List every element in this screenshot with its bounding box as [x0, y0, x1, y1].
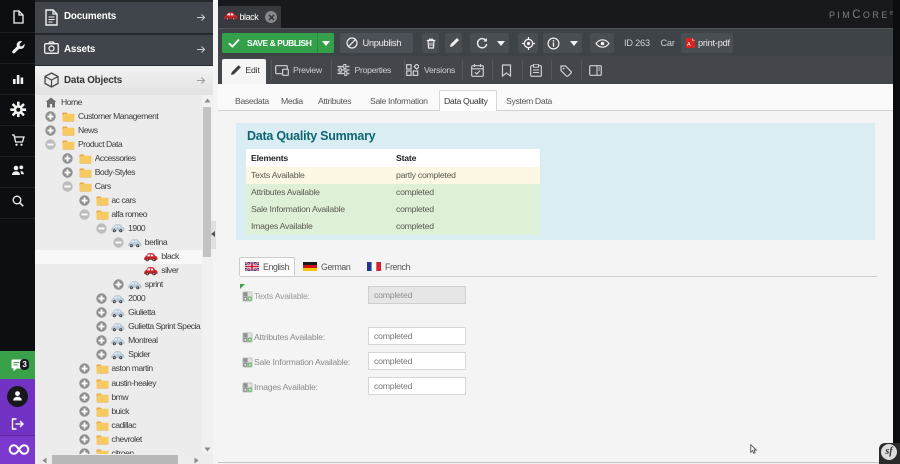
svg-text:A: A: [687, 42, 691, 48]
